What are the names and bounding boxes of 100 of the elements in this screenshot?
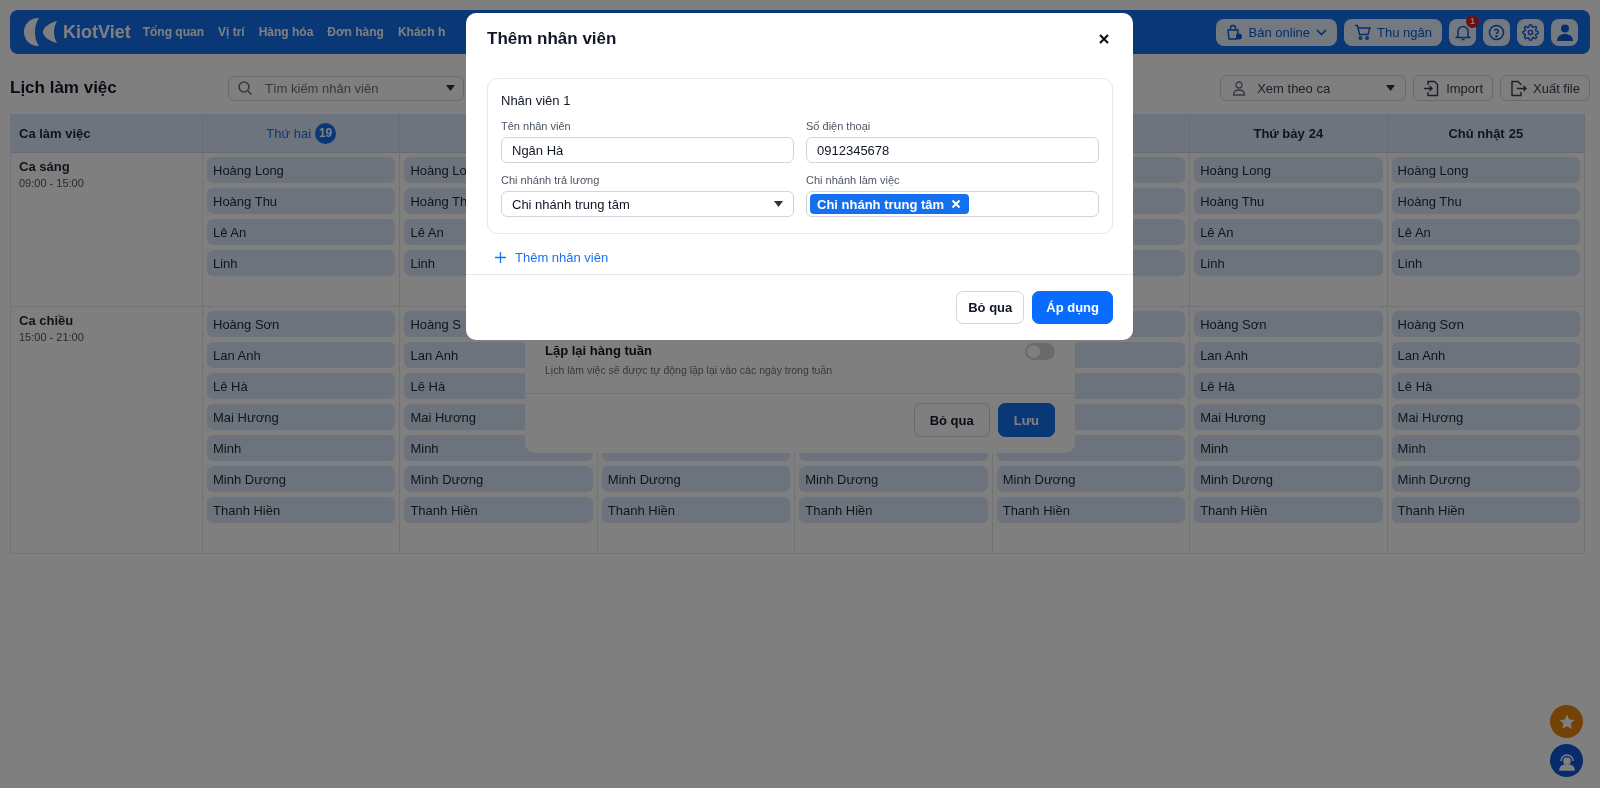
import-button[interactable]: Import xyxy=(1413,75,1493,101)
employee-chip[interactable]: Minh xyxy=(1391,435,1580,461)
settings-button[interactable] xyxy=(1517,18,1544,46)
date-number: 24 xyxy=(1308,125,1324,141)
save-button[interactable]: Lưu xyxy=(997,403,1055,437)
branch-tag: Chi nhánh trung tâm xyxy=(810,194,970,214)
employee-chip[interactable]: Hoàng Long xyxy=(207,157,396,183)
settings-icon xyxy=(1522,23,1539,41)
nav-item[interactable]: Vị trí xyxy=(218,25,245,39)
employee-chip[interactable]: Hoàng Sơn xyxy=(1391,311,1580,337)
employee-chip[interactable]: Hoàng Long xyxy=(1194,157,1383,183)
notification-badge: 1 xyxy=(1466,14,1479,28)
notification-button[interactable]: 1 xyxy=(1449,18,1476,46)
employee-chip[interactable]: Linh xyxy=(207,250,396,276)
view-select[interactable]: Xem theo ca xyxy=(1220,75,1407,101)
employee-chip[interactable]: Lê An xyxy=(207,219,396,245)
brand-name: KiotViet xyxy=(63,21,131,43)
employee-chip[interactable]: Hoàng Thu xyxy=(207,188,396,214)
employee-chip[interactable]: Hoàng Thu xyxy=(1391,188,1580,214)
nav-item[interactable]: Tổng quan xyxy=(142,25,204,39)
day-label[interactable]: Chủ nhật xyxy=(1448,125,1505,141)
caret-icon xyxy=(774,201,783,207)
favorite-button[interactable] xyxy=(1550,705,1583,738)
employee-chip[interactable]: Minh Dương xyxy=(601,466,791,492)
caret-icon xyxy=(446,85,455,91)
employee-chip[interactable]: Minh Dương xyxy=(404,466,593,492)
employee-chip[interactable]: Minh xyxy=(207,435,396,461)
search-input[interactable]: Tìm kiếm nhân viên xyxy=(263,79,436,97)
field-label: Chi nhánh làm việc xyxy=(806,174,901,186)
cancel-button[interactable]: Bỏ qua xyxy=(913,403,990,437)
cashier-button[interactable]: Thu ngân xyxy=(1344,18,1442,46)
employee-chip[interactable]: Lan Anh xyxy=(1194,342,1383,368)
caret-icon xyxy=(1386,85,1396,91)
shift-time: 09:00 - 15:00 xyxy=(19,177,85,189)
search-icon xyxy=(237,80,253,96)
employee-chip[interactable]: Minh xyxy=(1194,435,1383,461)
nav-item[interactable]: Đơn hàng xyxy=(327,25,384,39)
nav-item[interactable]: Hàng hóa xyxy=(258,25,314,39)
employee-chip[interactable]: Thanh Hiền xyxy=(996,497,1186,523)
multi-select-field[interactable]: Chi nhánh trung tâm xyxy=(806,191,1099,217)
employee-chip[interactable]: Hoàng Sơn xyxy=(207,311,396,337)
export-file-icon xyxy=(1510,79,1527,97)
avatar-icon xyxy=(1554,22,1575,42)
chevron-down-icon xyxy=(1316,28,1328,36)
day-label[interactable]: Thứ bảy xyxy=(1253,125,1305,141)
page-title: Lịch làm việc xyxy=(10,78,118,98)
employee-chip[interactable]: Thanh Hiền xyxy=(404,497,593,523)
logo-icon xyxy=(24,16,58,48)
employee-chip[interactable]: Hoàng Long xyxy=(1391,157,1580,183)
select-field[interactable]: Chi nhánh trung tâm xyxy=(501,191,794,217)
employee-chip[interactable]: Lê Hà xyxy=(207,373,396,399)
date-number: 25 xyxy=(1508,125,1524,141)
employee-chip[interactable]: Minh Dương xyxy=(1391,466,1580,492)
employee-chip[interactable]: Linh xyxy=(1391,250,1580,276)
employee-chip[interactable]: Minh Dương xyxy=(1194,466,1383,492)
add-employee-link[interactable]: Thêm nhân viên xyxy=(495,249,609,265)
shopping-bag-icon xyxy=(1225,23,1243,41)
employee-chip[interactable]: Mai Hương xyxy=(207,404,396,430)
employee-chip[interactable]: Lê Hà xyxy=(1391,373,1580,399)
employee-chip[interactable]: Lan Anh xyxy=(207,342,396,368)
day-label[interactable]: Thứ hai xyxy=(266,125,312,141)
input-field[interactable]: 0912345678 xyxy=(806,137,1099,163)
plus-icon xyxy=(495,251,506,263)
shift-time: 15:00 - 21:00 xyxy=(19,331,85,343)
employee-chip[interactable]: Linh xyxy=(1194,250,1383,276)
cart-icon xyxy=(1354,24,1372,40)
search-field[interactable]: Tìm kiếm nhân viên xyxy=(228,75,464,101)
employee-chip[interactable]: Lê An xyxy=(1194,219,1383,245)
field-label: Tên nhân viên xyxy=(501,120,572,132)
dialog-title: Thêm nhân viên xyxy=(487,29,617,49)
apply-button[interactable]: Áp dụng xyxy=(1032,291,1113,324)
online-sales-button[interactable]: Bán online xyxy=(1215,18,1338,46)
employee-chip[interactable]: Thanh Hiền xyxy=(1194,497,1383,523)
employee-chip[interactable]: Thanh Hiền xyxy=(601,497,791,523)
nav-item[interactable]: Khách h xyxy=(397,25,446,39)
employee-chip[interactable]: Lê Hà xyxy=(1194,373,1383,399)
employee-chip[interactable]: Thanh Hiền xyxy=(207,497,396,523)
employee-chip[interactable]: Lê An xyxy=(1391,219,1580,245)
employee-chip[interactable]: Thanh Hiền xyxy=(799,497,988,523)
cancel-button[interactable]: Bỏ qua xyxy=(956,291,1025,324)
input-field[interactable]: Ngân Hà xyxy=(501,137,794,163)
person-icon xyxy=(1231,80,1248,96)
import-file-icon xyxy=(1423,79,1441,97)
help-button[interactable] xyxy=(1483,18,1510,46)
export-button[interactable]: Xuất file xyxy=(1500,75,1590,101)
card-heading: Nhân viên 1 xyxy=(501,93,572,108)
employee-chip[interactable]: Hoàng Thu xyxy=(1194,188,1383,214)
employee-chip[interactable]: Minh Dương xyxy=(799,466,988,492)
employee-chip[interactable]: Lan Anh xyxy=(1391,342,1580,368)
employee-chip[interactable]: Mai Hương xyxy=(1194,404,1383,430)
employee-chip[interactable]: Minh Dương xyxy=(996,466,1186,492)
remove-icon[interactable] xyxy=(951,199,962,209)
account-button[interactable] xyxy=(1551,18,1578,46)
support-button[interactable] xyxy=(1550,744,1583,777)
bell-icon xyxy=(1454,23,1471,41)
employee-chip[interactable]: Hoàng Sơn xyxy=(1194,311,1383,337)
employee-chip[interactable]: Thanh Hiền xyxy=(1391,497,1580,523)
employee-chip[interactable]: Minh Dương xyxy=(207,466,396,492)
employee-chip[interactable]: Mai Hương xyxy=(1391,404,1580,430)
field-label: Số điện thoại xyxy=(806,120,872,132)
